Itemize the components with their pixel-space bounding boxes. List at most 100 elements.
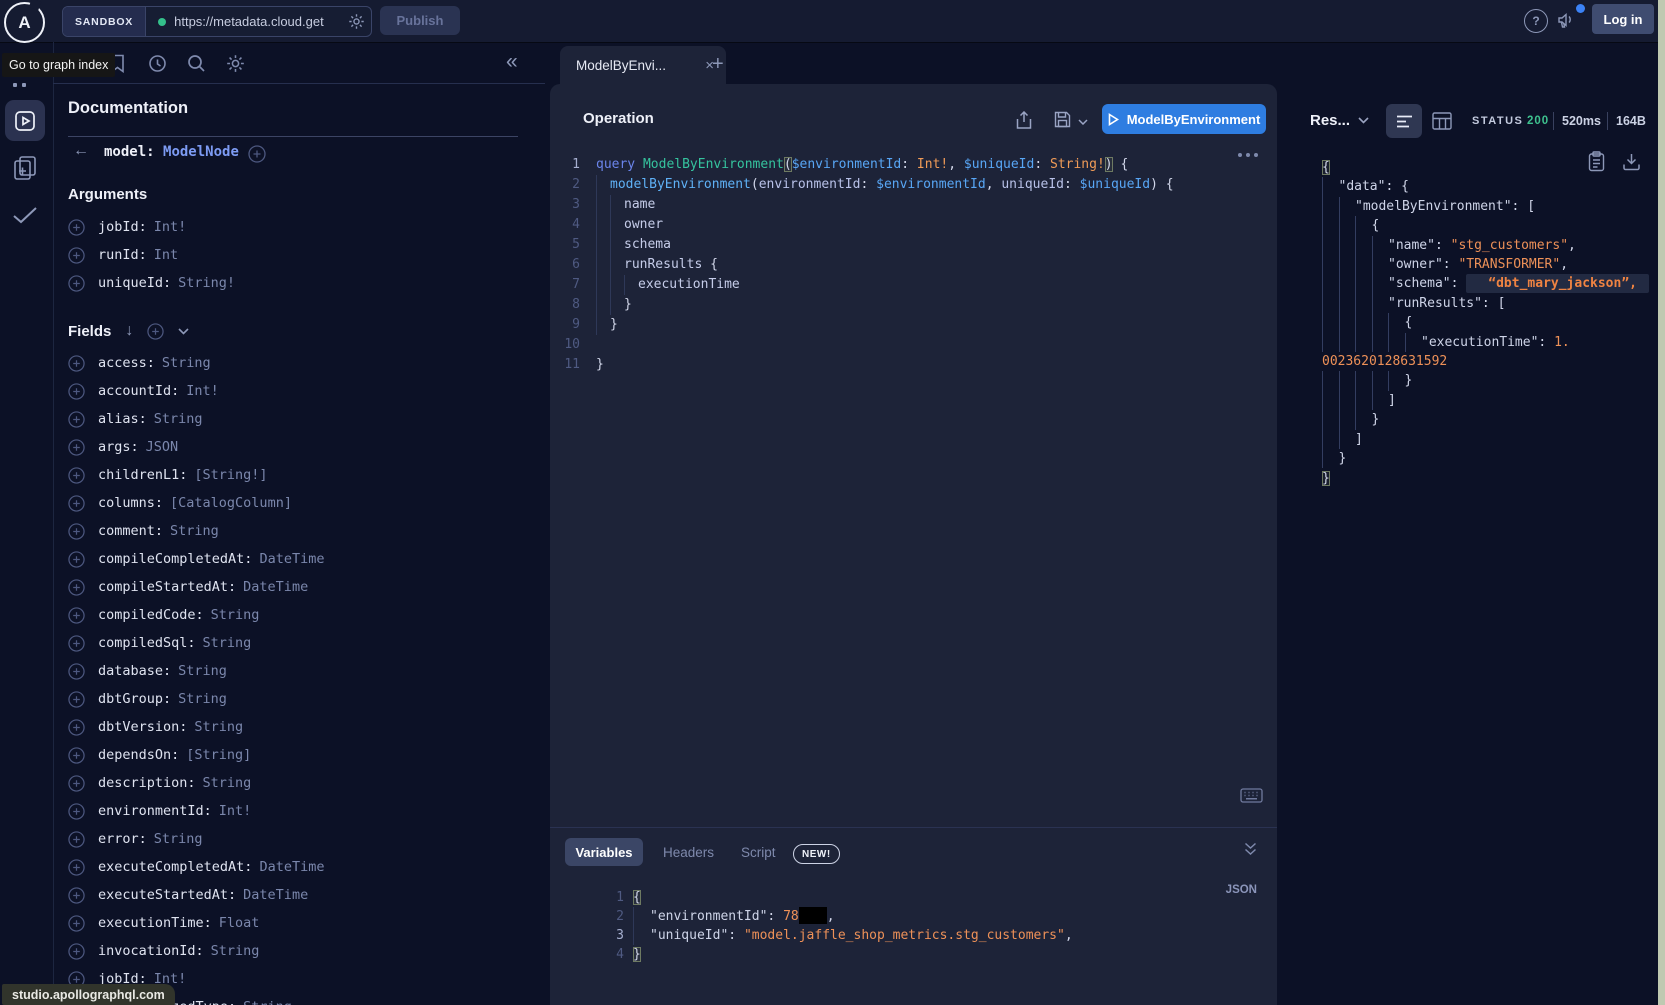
tab-script[interactable]: Script	[741, 845, 776, 860]
argument-type[interactable]: Int	[154, 247, 178, 263]
add-field-icon[interactable]	[68, 219, 85, 236]
field-type[interactable]: [String!]	[194, 467, 267, 483]
argument-type[interactable]: String!	[178, 275, 235, 291]
response-json[interactable]: { "data": { "modelByEnvironment": [ { "n…	[1322, 158, 1652, 488]
field-name[interactable]: environmentId:	[98, 803, 212, 819]
field-type[interactable]: String	[170, 523, 219, 539]
field-type[interactable]: DateTime	[243, 579, 308, 595]
save-options-chevron-icon[interactable]	[1078, 119, 1088, 125]
field-name[interactable]: access:	[98, 355, 155, 371]
field-name[interactable]: alias:	[98, 411, 147, 427]
field-type[interactable]: String	[243, 999, 292, 1005]
field-type[interactable]: Int!	[186, 383, 219, 399]
add-field-icon[interactable]	[68, 607, 85, 624]
search-icon[interactable]	[187, 54, 206, 73]
add-field-icon[interactable]	[68, 943, 85, 960]
field-type[interactable]: String	[211, 943, 260, 959]
argument-name[interactable]: jobId:	[98, 219, 147, 235]
add-field-icon[interactable]	[68, 719, 85, 736]
add-field-icon[interactable]	[68, 691, 85, 708]
field-type[interactable]: String	[211, 607, 260, 623]
tab-modelbyenvironment[interactable]: ModelByEnvi... ×	[560, 46, 726, 84]
publish-button[interactable]: Publish	[380, 6, 460, 35]
field-type[interactable]: String	[194, 719, 243, 735]
field-type[interactable]: String	[154, 831, 203, 847]
operation-editor[interactable]: 1query ModelByEnvironment($environmentId…	[556, 155, 1174, 375]
login-button[interactable]: Log in	[1592, 4, 1654, 34]
argument-name[interactable]: runId:	[98, 247, 147, 263]
field-type[interactable]: String	[178, 691, 227, 707]
add-field-icon[interactable]	[68, 579, 85, 596]
field-type[interactable]: DateTime	[259, 551, 324, 567]
field-type[interactable]: DateTime	[259, 859, 324, 875]
keyboard-shortcuts-icon[interactable]	[1240, 788, 1263, 803]
field-type[interactable]: String	[162, 355, 211, 371]
field-name[interactable]: accountId:	[98, 383, 179, 399]
field-type[interactable]: DateTime	[243, 887, 308, 903]
add-field-icon[interactable]	[68, 411, 85, 428]
field-type[interactable]: String	[203, 775, 252, 791]
sidebar-item-checks[interactable]	[12, 206, 38, 224]
field-name[interactable]: invocationId:	[98, 943, 204, 959]
add-field-icon[interactable]	[68, 915, 85, 932]
run-operation-button[interactable]: ModelByEnvironment	[1102, 104, 1266, 134]
argument-name[interactable]: uniqueId:	[98, 275, 171, 291]
variables-editor[interactable]: 1{ 2"environmentId": 78, 3"uniqueId": "m…	[600, 888, 1073, 964]
field-name[interactable]: dependsOn:	[98, 747, 179, 763]
tab-headers[interactable]: Headers	[663, 845, 714, 860]
add-field-icon[interactable]	[68, 523, 85, 540]
field-name[interactable]: executeStartedAt:	[98, 887, 236, 903]
announcements-megaphone-icon[interactable]	[1556, 10, 1578, 30]
field-name[interactable]: columns:	[98, 495, 163, 511]
tab-variables[interactable]: Variables	[565, 838, 643, 866]
field-name[interactable]: executeCompletedAt:	[98, 859, 252, 875]
field-name[interactable]: compiledCode:	[98, 607, 204, 623]
history-icon[interactable]	[148, 54, 167, 73]
add-field-icon[interactable]	[68, 383, 85, 400]
field-type[interactable]: String	[178, 663, 227, 679]
field-type[interactable]: JSON	[146, 439, 179, 455]
field-name[interactable]: description:	[98, 775, 196, 791]
field-type[interactable]: [String]	[186, 747, 251, 763]
response-chevron-icon[interactable]	[1358, 117, 1369, 124]
add-field-icon[interactable]	[68, 355, 85, 372]
add-field-icon[interactable]	[68, 275, 85, 292]
field-name[interactable]: args:	[98, 439, 139, 455]
add-field-icon[interactable]	[68, 887, 85, 904]
add-field-icon[interactable]	[68, 775, 85, 792]
field-name[interactable]: childrenL1:	[98, 467, 187, 483]
field-name[interactable]: comment:	[98, 523, 163, 539]
table-view-toggle[interactable]	[1432, 112, 1452, 130]
share-icon[interactable]	[1016, 111, 1032, 130]
add-type-button[interactable]	[248, 145, 279, 163]
endpoint-url-bar[interactable]: SANDBOX https://metadata.cloud.get	[62, 6, 372, 37]
collapse-variables-icon[interactable]	[1244, 842, 1257, 856]
field-name[interactable]: compiledSql:	[98, 635, 196, 651]
add-field-icon[interactable]	[68, 831, 85, 848]
sidebar-item-explorer[interactable]	[5, 100, 45, 141]
add-all-fields-icon[interactable]	[147, 323, 164, 340]
field-name[interactable]: dbtVersion:	[98, 719, 187, 735]
field-name[interactable]: compileCompletedAt:	[98, 551, 252, 567]
save-icon[interactable]	[1054, 111, 1071, 128]
field-type[interactable]: Int!	[219, 803, 252, 819]
field-name[interactable]: database:	[98, 663, 171, 679]
response-title[interactable]: Res...	[1310, 112, 1350, 129]
add-field-icon[interactable]	[68, 635, 85, 652]
argument-type[interactable]: Int!	[154, 219, 187, 235]
back-arrow-icon[interactable]: ←	[73, 142, 89, 160]
field-type[interactable]: String	[203, 635, 252, 651]
add-field-icon[interactable]	[68, 467, 85, 484]
field-name[interactable]: error:	[98, 831, 147, 847]
sidebar-item-collections[interactable]	[12, 154, 39, 182]
add-field-icon[interactable]	[68, 747, 85, 764]
field-name[interactable]: dbtGroup:	[98, 691, 171, 707]
help-icon[interactable]: ?	[1524, 9, 1548, 33]
settings-gear-icon[interactable]	[226, 54, 245, 73]
add-field-icon[interactable]	[68, 663, 85, 680]
connection-settings-gear-icon[interactable]	[348, 13, 365, 30]
operation-menu-kebab-icon[interactable]	[1238, 153, 1258, 157]
field-type[interactable]: Float	[219, 915, 260, 931]
chevron-down-icon[interactable]	[178, 328, 189, 335]
field-type[interactable]: String	[154, 411, 203, 427]
